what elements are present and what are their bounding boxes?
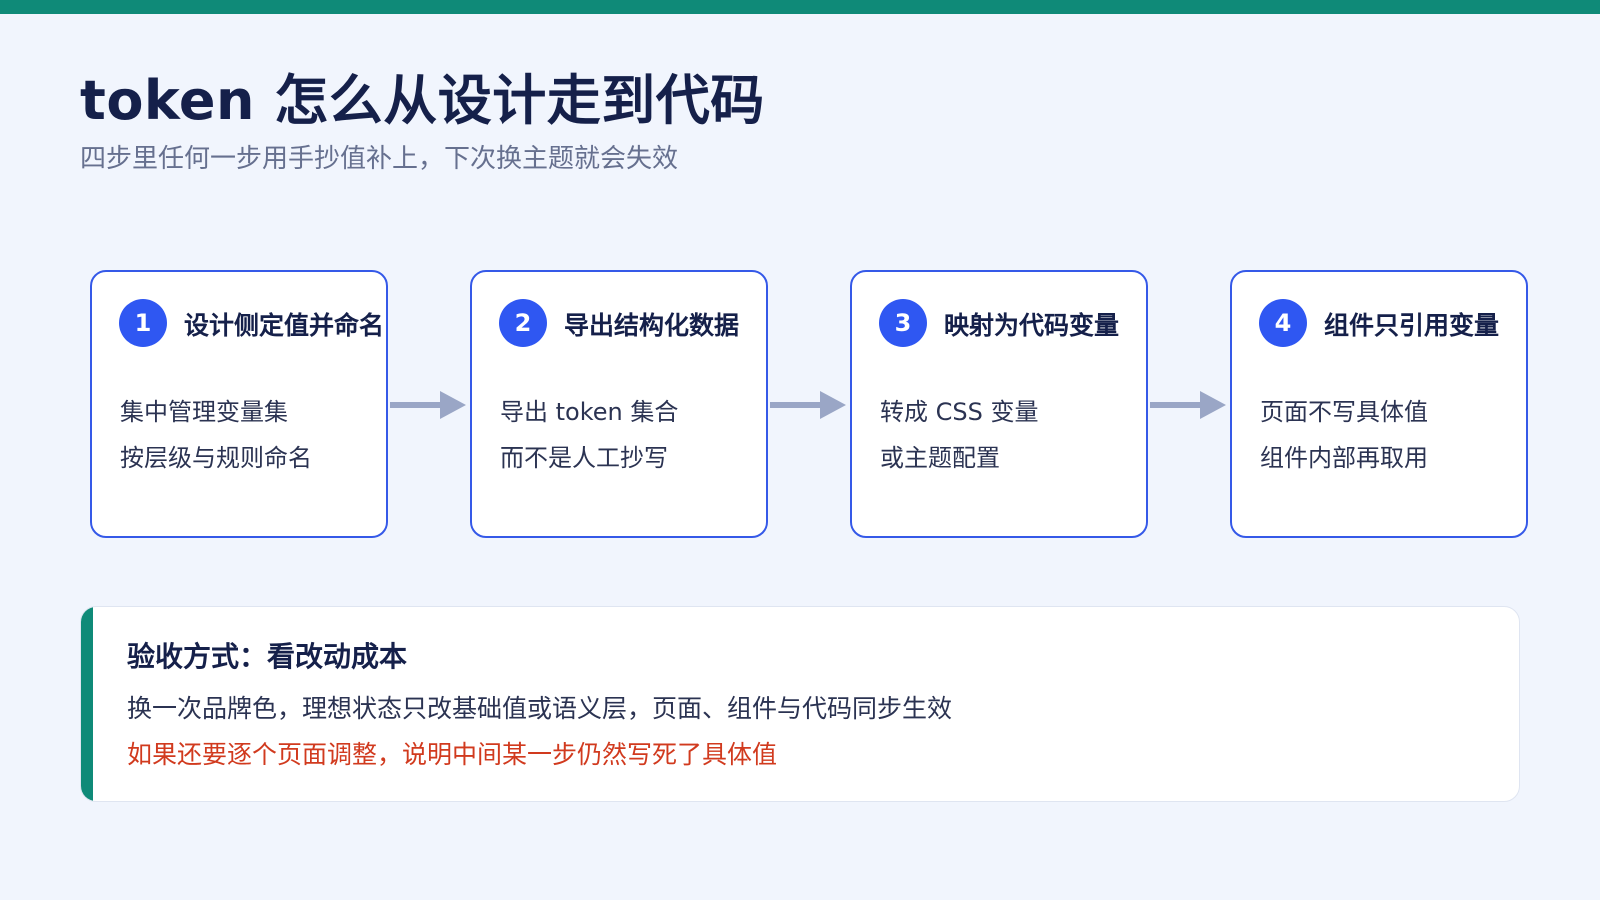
note-accent-bar: [81, 607, 93, 801]
step-card-2: 2 导出结构化数据 导出 token 集合 而不是人工抄写: [470, 270, 768, 538]
step-number-badge: 3: [879, 299, 927, 347]
step-description-line: 转成 CSS 变量: [880, 398, 1039, 426]
step-title: 映射为代码变量: [944, 311, 1120, 340]
step-card-3: 3 映射为代码变量 转成 CSS 变量 或主题配置: [850, 270, 1148, 538]
note-warning: 如果还要逐个页面调整，说明中间某一步仍然写死了具体值: [127, 740, 778, 769]
top-accent-bar: [0, 0, 1600, 14]
step-description-line: 或主题配置: [880, 444, 1000, 472]
acceptance-note-panel: 验收方式：看改动成本 换一次品牌色，理想状态只改基础值或语义层，页面、组件与代码…: [80, 606, 1520, 802]
page-subtitle: 四步里任何一步用手抄值补上，下次换主题就会失效: [80, 144, 679, 174]
step-title: 设计侧定值并命名: [184, 311, 385, 340]
step-number-badge: 4: [1259, 299, 1307, 347]
step-title: 组件只引用变量: [1324, 311, 1500, 340]
arrow-right-icon: [770, 391, 846, 419]
step-description-line: 按层级与规则命名: [120, 444, 312, 472]
step-description-line: 页面不写具体值: [1260, 398, 1428, 426]
step-card-1: 1 设计侧定值并命名 集中管理变量集 按层级与规则命名: [90, 270, 388, 538]
arrow-right-icon: [1150, 391, 1226, 419]
step-description-line: 导出 token 集合: [500, 398, 679, 426]
step-description-line: 组件内部再取用: [1260, 444, 1428, 472]
step-number-badge: 1: [119, 299, 167, 347]
step-number-badge: 2: [499, 299, 547, 347]
page-title: token 怎么从设计走到代码: [80, 69, 765, 132]
step-title: 导出结构化数据: [564, 311, 740, 340]
step-description-line: 而不是人工抄写: [500, 444, 668, 472]
note-title: 验收方式：看改动成本: [127, 640, 408, 673]
arrow-right-icon: [390, 391, 466, 419]
note-description: 换一次品牌色，理想状态只改基础值或语义层，页面、组件与代码同步生效: [127, 694, 953, 723]
step-card-4: 4 组件只引用变量 页面不写具体值 组件内部再取用: [1230, 270, 1528, 538]
step-description-line: 集中管理变量集: [120, 398, 288, 426]
